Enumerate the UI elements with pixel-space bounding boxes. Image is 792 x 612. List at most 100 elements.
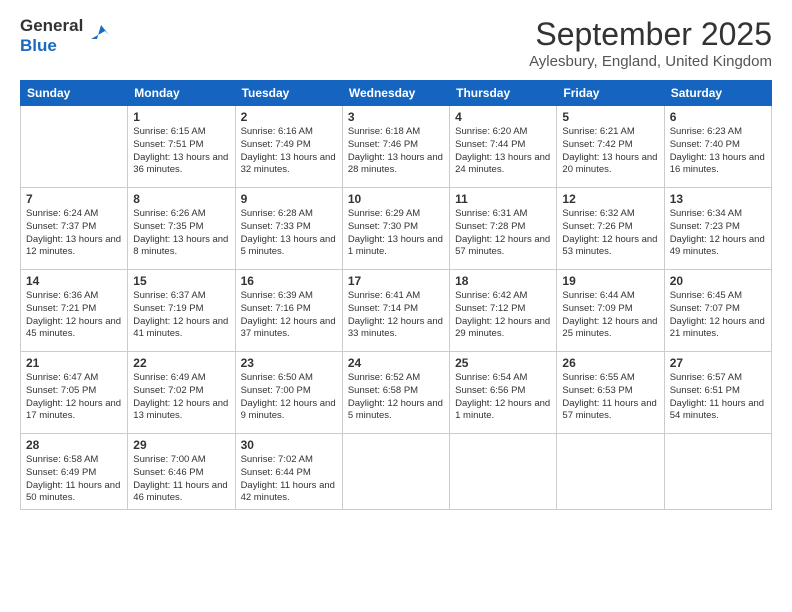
day-number: 25 [455,356,551,370]
day-info: Sunrise: 6:37 AMSunset: 7:19 PMDaylight:… [133,290,229,341]
calendar-cell [342,434,449,510]
day-number: 22 [133,356,229,370]
calendar-week-3: 14 Sunrise: 6:36 AMSunset: 7:21 PMDayligh… [21,270,772,352]
calendar-cell: 28Sunrise: 6:58 AMSunset: 6:49 PMDayligh… [21,434,128,510]
daylight-text: Daylight: 12 hours and 13 minutes. [133,398,228,422]
day-number: 16 [241,274,337,288]
sunrise-text: Sunrise: 6:57 AM [670,372,742,383]
calendar-cell: 21 Sunrise: 6:47 AMSunset: 7:05 PMDayligh… [21,352,128,434]
day-number: 11 [455,192,551,206]
sunset-text: Sunset: 7:28 PM [455,221,525,232]
sunset-text: Sunset: 6:44 PM [241,467,311,478]
sunset-text: Sunset: 7:35 PM [133,221,203,232]
logo-blue: Blue [20,36,83,56]
sunrise-text: Sunrise: 6:50 AM [241,372,313,383]
sunset-text: Sunset: 6:46 PM [133,467,203,478]
day-info: Sunrise: 6:21 AMSunset: 7:42 PMDaylight:… [562,126,658,177]
day-number: 3 [348,110,444,124]
daylight-text: Daylight: 12 hours and 41 minutes. [133,316,228,340]
day-number: 12 [562,192,658,206]
sunset-text: Sunset: 6:51 PM [670,385,740,396]
daylight-text: Daylight: 12 hours and 57 minutes. [455,234,550,258]
col-friday: Friday [557,81,664,106]
day-number: 26 [562,356,658,370]
calendar-week-2: 7Sunrise: 6:24 AMSunset: 7:37 PMDaylight… [21,188,772,270]
day-info: Sunrise: 6:39 AMSunset: 7:16 PMDaylight:… [241,290,337,341]
day-number: 6 [670,110,766,124]
calendar-cell: 7Sunrise: 6:24 AMSunset: 7:37 PMDaylight… [21,188,128,270]
sunrise-text: Sunrise: 6:24 AM [26,208,98,219]
calendar-cell: 1Sunrise: 6:15 AMSunset: 7:51 PMDaylight… [128,106,235,188]
sunrise-text: Sunrise: 7:00 AM [133,454,205,465]
calendar-cell: 29Sunrise: 7:00 AMSunset: 6:46 PMDayligh… [128,434,235,510]
sunset-text: Sunset: 7:00 PM [241,385,311,396]
calendar-cell [557,434,664,510]
day-info: Sunrise: 6:55 AMSunset: 6:53 PMDaylight:… [562,372,658,423]
day-number: 8 [133,192,229,206]
sunrise-text: Sunrise: 6:34 AM [670,208,742,219]
col-wednesday: Wednesday [342,81,449,106]
sunrise-text: Sunrise: 6:37 AM [133,290,205,301]
sunset-text: Sunset: 7:07 PM [670,303,740,314]
daylight-text: Daylight: 12 hours and 9 minutes. [241,398,336,422]
calendar-cell: 11Sunrise: 6:31 AMSunset: 7:28 PMDayligh… [450,188,557,270]
sunset-text: Sunset: 7:42 PM [562,139,632,150]
daylight-text: Daylight: 12 hours and 29 minutes. [455,316,550,340]
day-info: Sunrise: 6:50 AM Sunset: 7:00 PM Daylight:… [241,372,337,423]
month-title: September 2025 [529,16,772,53]
calendar-cell: 24Sunrise: 6:52 AMSunset: 6:58 PMDayligh… [342,352,449,434]
day-number: 9 [241,192,337,206]
sunset-text: Sunset: 7:33 PM [241,221,311,232]
day-number: 29 [133,438,229,452]
calendar-cell: 15Sunrise: 6:37 AMSunset: 7:19 PMDayligh… [128,270,235,352]
sunset-text: Sunset: 7:40 PM [670,139,740,150]
day-info: Sunrise: 7:02 AMSunset: 6:44 PMDaylight:… [241,454,337,505]
day-info: Sunrise: 6:54 AMSunset: 6:56 PMDaylight:… [455,372,551,423]
day-number: 1 [133,110,229,124]
calendar-cell: 13Sunrise: 6:34 AMSunset: 7:23 PMDayligh… [664,188,771,270]
logo: General Blue [20,16,109,55]
daylight-text: Daylight: 11 hours and 54 minutes. [670,398,764,422]
day-number: 4 [455,110,551,124]
calendar-week-5: 28Sunrise: 6:58 AMSunset: 6:49 PMDayligh… [21,434,772,510]
day-number: 13 [670,192,766,206]
calendar-cell: 8 Sunrise: 6:26 AMSunset: 7:35 PMDaylight… [128,188,235,270]
day-info: Sunrise: 6:47 AMSunset: 7:05 PMDaylight:… [26,372,122,423]
page: General Blue September 2025 Aylesbury, E… [0,0,792,612]
calendar-cell: 6Sunrise: 6:23 AMSunset: 7:40 PMDaylight… [664,106,771,188]
sunrise-text: Sunrise: 6:20 AM [455,126,527,137]
day-number: 19 [562,274,658,288]
daylight-text: Daylight: 12 hours and 37 minutes. [241,316,336,340]
sunrise-text: Sunrise: 6:39 AM [241,290,313,301]
calendar-cell: 26 Sunrise: 6:55 AMSunset: 6:53 PMDayligh… [557,352,664,434]
day-info: Sunrise: 6:36 AMSunset: 7:21 PMDaylight:… [26,290,122,341]
calendar-cell: 4Sunrise: 6:20 AMSunset: 7:44 PMDaylight… [450,106,557,188]
calendar-cell: 5Sunrise: 6:21 AMSunset: 7:42 PMDaylight… [557,106,664,188]
daylight-text: Daylight: 13 hours and 12 minutes. [26,234,121,258]
daylight-text: Daylight: 12 hours and 33 minutes. [348,316,443,340]
day-number: 23 [241,356,337,370]
calendar-cell: 19Sunrise: 6:44 AMSunset: 7:09 PMDayligh… [557,270,664,352]
daylight-text: Daylight: 11 hours and 50 minutes. [26,480,120,504]
calendar-table: Sunday Monday Tuesday Wednesday Thursday… [20,80,772,510]
col-saturday: Saturday [664,81,771,106]
day-info: Sunrise: 6:49 AMSunset: 7:02 PMDaylight:… [133,372,229,423]
daylight-text: Daylight: 13 hours and 8 minutes. [133,234,228,258]
sunrise-text: Sunrise: 6:55 AM [562,372,634,383]
day-number: 21 [26,356,122,370]
sunset-text: Sunset: 7:21 PM [26,303,96,314]
calendar-cell [450,434,557,510]
calendar-cell: 18Sunrise: 6:42 AMSunset: 7:12 PMDayligh… [450,270,557,352]
daylight-text: Daylight: 13 hours and 28 minutes. [348,152,443,176]
daylight-text: Daylight: 12 hours and 1 minute. [455,398,550,422]
daylight-text: Daylight: 12 hours and 25 minutes. [562,316,657,340]
sunset-text: Sunset: 7:37 PM [26,221,96,232]
day-info: Sunrise: 6:26 AMSunset: 7:35 PMDaylight:… [133,208,229,259]
daylight-text: Daylight: 13 hours and 16 minutes. [670,152,765,176]
logo-general: General [20,16,83,36]
sunrise-text: Sunrise: 6:49 AM [133,372,205,383]
sunset-text: Sunset: 7:14 PM [348,303,418,314]
daylight-text: Daylight: 13 hours and 32 minutes. [241,152,336,176]
daylight-text: Daylight: 13 hours and 36 minutes. [133,152,228,176]
day-number: 14 [26,274,122,288]
